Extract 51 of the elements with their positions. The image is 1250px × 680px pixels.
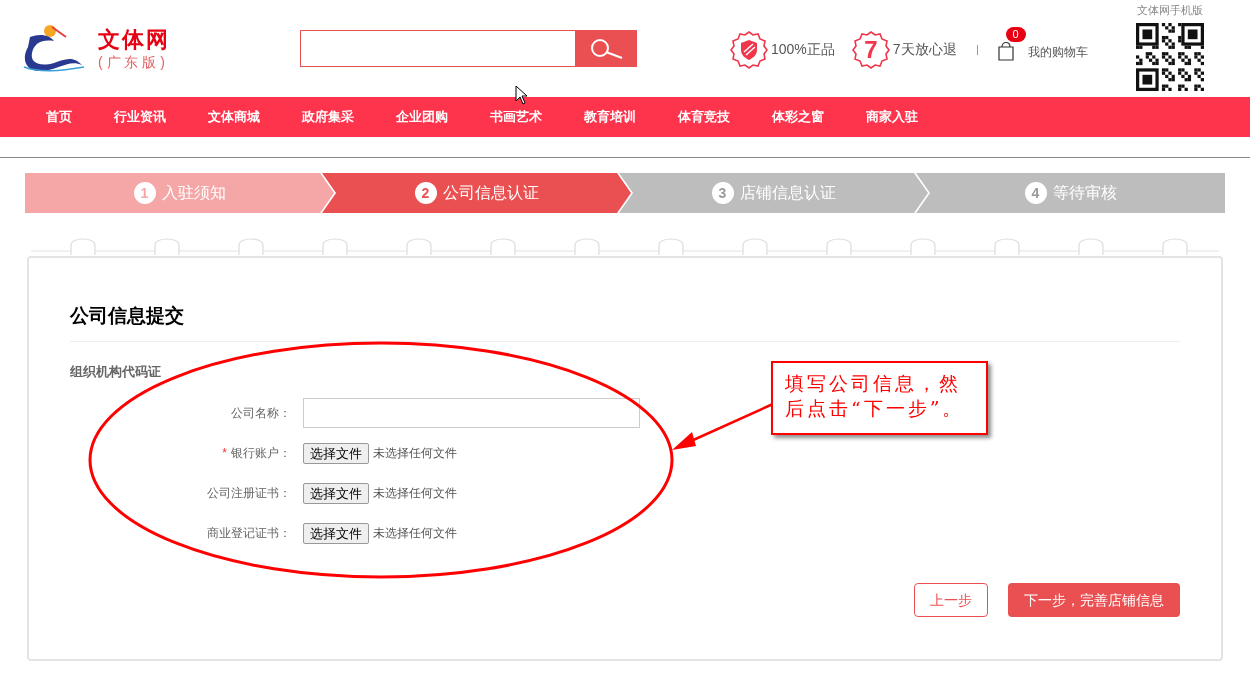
- choose-file-button[interactable]: 选择文件: [303, 442, 369, 464]
- next-step-button[interactable]: 下一步，完善店铺信息: [1008, 583, 1180, 617]
- field-label: 商业登记证书：: [207, 525, 291, 542]
- file-status: 未选择任何文件: [373, 525, 457, 542]
- shield-badge-icon: [729, 29, 769, 70]
- search-button[interactable]: [576, 30, 637, 67]
- search-icon: [589, 37, 624, 60]
- step-label: 公司信息认证: [442, 183, 539, 203]
- step-number: 4: [1024, 182, 1047, 204]
- step-number: 2: [414, 182, 437, 204]
- nav-link[interactable]: 体育竞技: [678, 107, 730, 127]
- guarantee-label: 7天放心退: [892, 40, 957, 59]
- nav-link[interactable]: 政府集采: [302, 107, 354, 127]
- qr-code: [1136, 22, 1204, 91]
- edition-label: ( 广 东 版 ): [98, 53, 166, 71]
- guarantee-label: 100%正品: [771, 40, 835, 59]
- field-label: 公司名称：: [231, 405, 291, 422]
- nav-link[interactable]: 首页: [46, 107, 72, 127]
- site-name: 文体网: [98, 26, 170, 54]
- nav-link[interactable]: 教育培训: [584, 107, 636, 127]
- cart-count: 0: [1005, 26, 1026, 42]
- file-status: 未选择任何文件: [373, 445, 457, 462]
- section-title: 组织机构代码证: [70, 362, 162, 381]
- field-label: 银行账户：: [231, 445, 291, 462]
- choose-file-button[interactable]: 选择文件: [303, 482, 369, 504]
- input-field[interactable]: [303, 398, 640, 428]
- badge-number: 7: [864, 37, 878, 62]
- cart-link[interactable]: 我的购物车: [1027, 42, 1088, 61]
- file-status: 未选择任何文件: [373, 485, 457, 502]
- form-title: 公司信息提交: [70, 302, 1180, 342]
- previous-step-button[interactable]: 上一步: [914, 583, 988, 617]
- arrow-icon: [670, 402, 774, 452]
- step-label: 入驻须知: [161, 183, 226, 203]
- seal-badge-icon: [850, 29, 891, 70]
- nav-link[interactable]: 文体商城: [208, 107, 260, 127]
- required-mark: *: [222, 445, 227, 462]
- field-label: 公司注册证书：: [207, 485, 291, 502]
- nav-link[interactable]: 商家入驻: [866, 107, 918, 127]
- choose-file-button[interactable]: 选择文件: [303, 522, 369, 544]
- step-number: 3: [711, 182, 734, 204]
- mouse-cursor-icon: [515, 85, 529, 105]
- step-label: 等待审核: [1052, 183, 1117, 203]
- step-label: 店铺信息认证: [739, 183, 836, 203]
- nav-link[interactable]: 体彩之窗: [772, 107, 824, 127]
- step-number: 1: [133, 182, 156, 204]
- nav-link[interactable]: 企业团购: [396, 107, 448, 127]
- nav-link[interactable]: 行业资讯: [114, 107, 166, 127]
- nav-link[interactable]: 书画艺术: [490, 107, 542, 127]
- mobile-version-label: 文体网手机版: [1137, 3, 1203, 18]
- annotation-callout: 填写公司信息，然后点击“下一步”。: [771, 361, 988, 435]
- search-field[interactable]: [300, 30, 576, 67]
